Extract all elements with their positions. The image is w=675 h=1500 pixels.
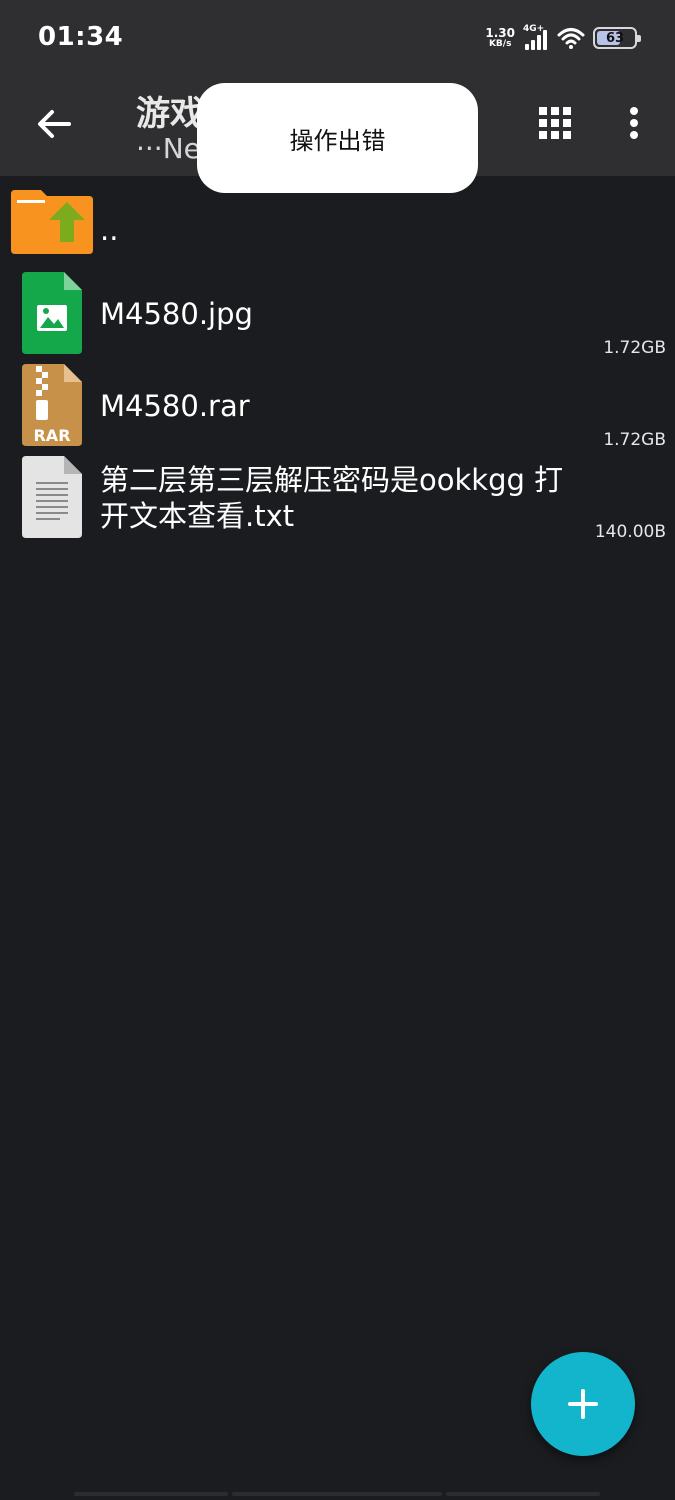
net-speed: 1.30 KB/s	[485, 27, 515, 49]
net-speed-unit: KB/s	[488, 39, 512, 49]
status-time: 01:34	[38, 22, 124, 52]
file-size: 140.00B	[594, 522, 666, 542]
bottom-edge-divider	[74, 1492, 228, 1496]
status-indicators: 1.30 KB/s 4G+ 63	[485, 24, 641, 52]
arrow-left-icon	[38, 110, 71, 138]
error-toast: 操作出错	[197, 83, 478, 193]
file-size: 1.72GB	[603, 430, 666, 450]
overflow-menu-button[interactable]	[612, 100, 656, 146]
plus-icon	[568, 1389, 598, 1419]
folder-up-icon	[11, 190, 93, 254]
bottom-edge-divider	[446, 1492, 600, 1496]
grid-icon	[539, 107, 571, 139]
bottom-edge-divider	[232, 1492, 442, 1496]
rar-badge: RAR	[33, 426, 71, 445]
file-name-line-2: 开文本查看.txt	[100, 499, 295, 533]
wifi-icon	[557, 28, 585, 49]
toast-message: 操作出错	[289, 126, 386, 155]
add-button[interactable]	[531, 1352, 635, 1456]
battery-icon: 63	[593, 27, 641, 49]
file-name: 第二层第三层解压密码是ookkgg 打 开文本查看.txt	[100, 462, 563, 534]
path-subtitle[interactable]: ···Ne	[136, 132, 201, 165]
file-name: M4580.jpg	[100, 297, 253, 331]
image-file-icon	[22, 272, 82, 354]
page-title: 游戏	[136, 94, 204, 134]
list-item-file[interactable]: 第二层第三层解压密码是ookkgg 打 开文本查看.txt 140.00B	[0, 456, 675, 542]
back-button[interactable]	[28, 98, 80, 150]
cell-signal-icon: 4G+	[523, 24, 549, 50]
more-vert-icon	[630, 107, 638, 139]
net-speed-value: 1.30	[485, 26, 515, 40]
network-type: 4G+	[523, 24, 545, 34]
file-name: ..	[100, 213, 119, 247]
list-item-parent-folder[interactable]: ..	[0, 184, 675, 264]
view-toggle-button[interactable]	[532, 100, 578, 146]
file-name-line-1: 第二层第三层解压密码是ookkgg 打	[100, 463, 564, 497]
text-file-icon	[22, 456, 82, 538]
file-size: 1.72GB	[603, 338, 666, 358]
list-item-file[interactable]: M4580.jpg 1.72GB	[0, 272, 675, 358]
list-item-file[interactable]: RAR M4580.rar 1.72GB	[0, 364, 675, 450]
status-bar: 01:34 1.30 KB/s 4G+ 63	[0, 0, 675, 76]
file-name: M4580.rar	[100, 389, 250, 423]
battery-level: 63	[605, 30, 625, 46]
